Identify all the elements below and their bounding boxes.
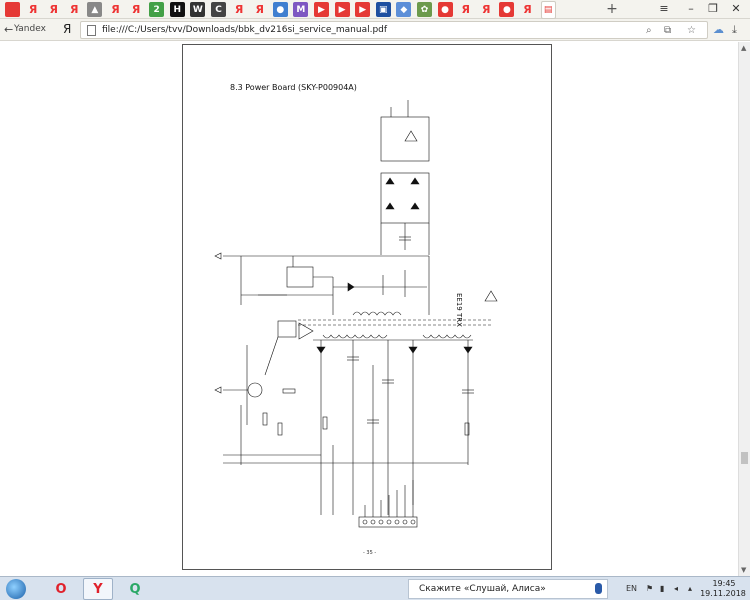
tray-network-icon[interactable]: ▮ — [660, 584, 664, 593]
url-text[interactable]: file:///C:/Users/tvv/Downloads/bbk_dv216… — [102, 25, 387, 35]
tab-green-tile-icon[interactable]: ✿ — [417, 2, 432, 17]
tab-red-circle-icon[interactable]: ● — [499, 2, 515, 17]
tray-volume-icon[interactable]: ◂ — [674, 584, 678, 593]
menu-icon[interactable]: ≡ — [655, 2, 673, 15]
alice-search-box[interactable]: Скажите «Слушай, Алиса» — [408, 579, 608, 599]
address-bar-row: ← Yandex Я file:///C:/Users/tvv/Download… — [0, 19, 750, 41]
vertical-scrollbar[interactable]: ▲ ▼ — [738, 42, 750, 576]
tab-strip: Я Я Я ▲ Я Я 2 H W C Я Я ● M ▶ ▶ ▶ ▣ ◆ ✿ ● Я Я ● Я ▤ + ≡ – ❐ ✕ — [0, 0, 750, 19]
tab-drive-icon[interactable]: ▲ — [87, 2, 103, 17]
tab-purple-m-icon[interactable]: M — [293, 2, 309, 17]
search-icon[interactable]: ⌕ — [646, 25, 652, 36]
tab-yandex-logo[interactable]: Я — [67, 2, 82, 17]
tab-www-icon[interactable]: W — [190, 2, 206, 17]
active-tab-pdf-icon[interactable]: ▤ — [540, 1, 556, 19]
tray-chevron-icon[interactable]: ▴ — [688, 584, 692, 593]
tab-black-h-icon[interactable]: H — [169, 2, 185, 17]
download-icon[interactable]: ⤓ — [732, 23, 737, 37]
clock-date[interactable]: 19.11.2018 — [700, 589, 746, 598]
svg-text:EE19 TRX: EE19 TRX — [455, 293, 463, 327]
tab-yandex-logo[interactable]: Я — [232, 2, 247, 17]
tab-blue-dot-icon[interactable]: ● — [272, 2, 288, 17]
scroll-thumb[interactable] — [741, 452, 748, 464]
clock-time[interactable]: 19:45 — [706, 579, 742, 588]
tab-green-2-icon[interactable]: 2 — [149, 2, 165, 17]
taskbar-app-q-app[interactable]: Q — [120, 578, 150, 600]
tab-youtube-icon[interactable]: ▶ — [334, 2, 350, 17]
document-icon — [87, 25, 96, 36]
yandex-home-link[interactable]: Yandex — [14, 24, 46, 34]
tab-blue-white-icon[interactable]: ◆ — [396, 2, 412, 17]
bookmark-star-icon[interactable]: ☆ — [687, 25, 696, 36]
copy-icon[interactable]: ⧉ — [664, 25, 671, 36]
url-field[interactable]: file:///C:/Users/tvv/Downloads/bbk_dv216… — [80, 21, 708, 39]
tab-red-circle-icon[interactable]: ● — [437, 2, 453, 17]
cloud-icon[interactable]: ☁ — [713, 23, 724, 36]
tab-yandex-logo[interactable]: Я — [26, 2, 41, 17]
taskbar-app-yandex-browser[interactable]: Y — [83, 578, 113, 600]
tab-blue-square-icon[interactable]: ▣ — [375, 2, 391, 17]
language-indicator[interactable]: EN — [626, 584, 637, 593]
power-board-schematic: EE19 TRX — [214, 100, 498, 528]
close-button[interactable]: ✕ — [727, 2, 745, 15]
tab-youtube-icon[interactable]: ▶ — [355, 2, 371, 17]
tab-yandex-logo[interactable]: Я — [252, 2, 267, 17]
page-number: - 35 - — [363, 550, 377, 556]
taskbar-app-opera[interactable]: O — [46, 578, 76, 600]
back-button[interactable]: ← — [4, 23, 13, 36]
tray-flag-icon[interactable]: ⚑ — [646, 584, 653, 593]
pdf-page: 8.3 Power Board (SKY-P00904A) EE19 TRX -… — [182, 44, 552, 570]
tab-yandex-logo[interactable]: Я — [520, 2, 535, 17]
alice-placeholder[interactable]: Скажите «Слушай, Алиса» — [419, 584, 546, 594]
tab-yandex-logo[interactable]: Я — [46, 2, 61, 17]
taskbar: OYQ Скажите «Слушай, Алиса» EN ⚑ ▮ ◂ ▴ 1… — [0, 576, 750, 600]
tab-yandex-logo[interactable]: Я — [108, 2, 123, 17]
yandex-logo[interactable]: Я — [63, 22, 71, 36]
tab-yandex-logo[interactable]: Я — [479, 2, 494, 17]
tab-yandex-logo[interactable]: Я — [458, 2, 473, 17]
scroll-up-arrow-icon[interactable]: ▲ — [741, 44, 746, 52]
start-button[interactable] — [6, 579, 26, 599]
microphone-icon[interactable] — [595, 583, 602, 594]
tab-c-icon[interactable]: C — [211, 2, 226, 17]
scroll-down-arrow-icon[interactable]: ▼ — [741, 566, 746, 574]
maximize-button[interactable]: ❐ — [704, 2, 722, 15]
minimize-button[interactable]: – — [682, 2, 700, 15]
tab-youtube-icon[interactable]: ▶ — [314, 2, 329, 17]
tab-yandex-logo[interactable]: Я — [129, 2, 144, 17]
new-tab-button[interactable]: + — [605, 1, 619, 17]
tab-red-square[interactable] — [5, 2, 20, 17]
